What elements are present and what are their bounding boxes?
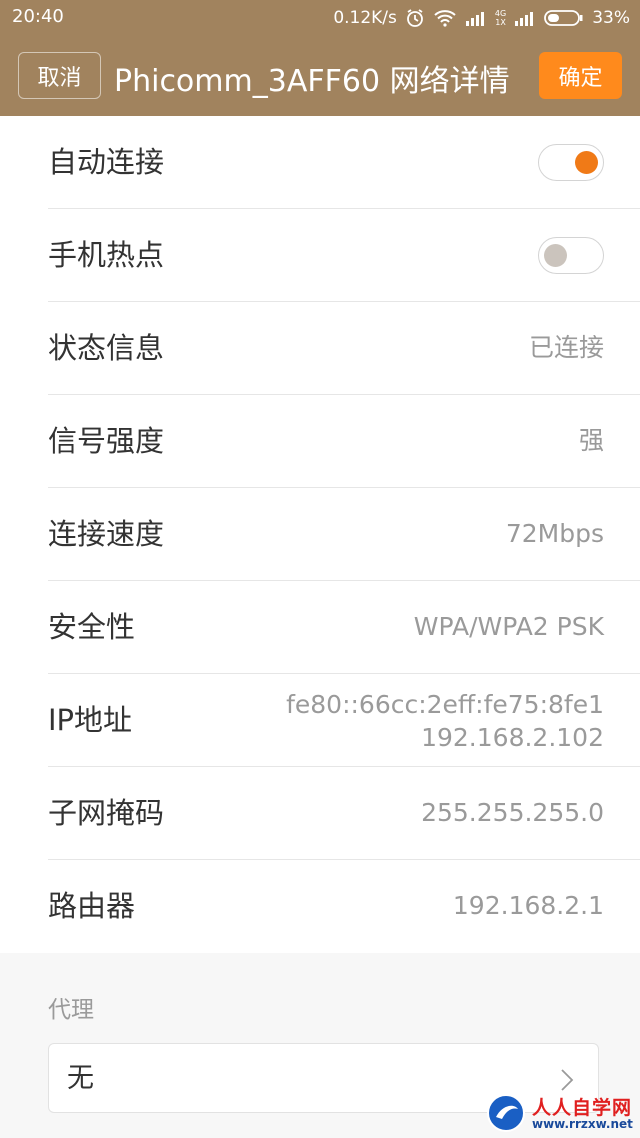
hotspot-toggle[interactable] [538, 237, 604, 274]
speed-row: 连接速度 72Mbps [0, 488, 640, 581]
battery-icon [544, 9, 584, 27]
page-title: Phicomm_3AFF60 网络详情 [114, 64, 510, 99]
logo-icon [486, 1093, 526, 1133]
router-row: 路由器 192.168.2.1 [0, 860, 640, 953]
ip-label: IP地址 [48, 703, 133, 737]
hotspot-row[interactable]: 手机热点 [0, 209, 640, 302]
hotspot-label: 手机热点 [48, 238, 165, 272]
toggle-knob [544, 244, 567, 267]
network-type: 4G 1X [494, 9, 507, 27]
security-row: 安全性 WPA/WPA2 PSK [0, 581, 640, 674]
battery-percent: 33% [592, 8, 630, 28]
security-label: 安全性 [48, 610, 136, 644]
auto-connect-label: 自动连接 [48, 145, 165, 179]
speed-value: 72Mbps [505, 519, 604, 548]
signal-row: 信号强度 强 [0, 395, 640, 488]
signal-label: 信号强度 [48, 424, 165, 458]
speed-label: 连接速度 [48, 517, 165, 551]
status-time: 20:40 [12, 6, 64, 27]
status-label: 状态信息 [48, 331, 165, 365]
header: 取消 Phicomm_3AFF60 网络详情 确定 [0, 40, 640, 112]
alarm-icon [405, 8, 425, 28]
proxy-label: 代理 [48, 997, 94, 1023]
network-detail-list: 自动连接 手机热点 状态信息 已连接 信号强度 强 连接速度 72Mbps 安全… [0, 116, 640, 953]
watermark: 人人自学网 www.rrzxw.net [486, 1093, 636, 1135]
proxy-value: 无 [67, 1063, 94, 1094]
status-icons: 0.12K/s 4G 1X 33% [333, 6, 630, 30]
chevron-right-icon [560, 1068, 574, 1096]
router-label: 路由器 [48, 889, 136, 923]
status-row: 状态信息 已连接 [0, 302, 640, 395]
status-bar: 20:40 0.12K/s 4G 1X 33% [0, 0, 640, 38]
ipv6-value: fe80::66cc:2eff:fe75:8fe1 [286, 690, 604, 719]
signal-icon-2 [514, 10, 536, 26]
subnet-label: 子网掩码 [48, 796, 165, 830]
auto-connect-row[interactable]: 自动连接 [0, 116, 640, 209]
ipv4-value: 192.168.2.102 [421, 723, 604, 752]
router-value: 192.168.2.1 [452, 891, 604, 920]
top-bar: 20:40 0.12K/s 4G 1X 33% 取消 Phicomm_3AFF6… [0, 0, 640, 116]
status-value: 已连接 [528, 333, 604, 362]
auto-connect-toggle[interactable] [538, 144, 604, 181]
subnet-value: 255.255.255.0 [421, 798, 604, 827]
cancel-button[interactable]: 取消 [18, 52, 101, 99]
confirm-button[interactable]: 确定 [539, 52, 622, 99]
watermark-text: 人人自学网 [532, 1097, 633, 1119]
wifi-icon [433, 9, 457, 27]
signal-icon [465, 10, 487, 26]
toggle-knob [575, 151, 598, 174]
signal-value: 强 [578, 426, 604, 455]
subnet-row: 子网掩码 255.255.255.0 [0, 767, 640, 860]
network-speed: 0.12K/s [333, 8, 397, 28]
watermark-url: www.rrzxw.net [532, 1117, 633, 1131]
ip-values: fe80::66cc:2eff:fe75:8fe1 192.168.2.102 [286, 688, 604, 754]
ip-row: IP地址 fe80::66cc:2eff:fe75:8fe1 192.168.2… [0, 674, 640, 767]
security-value: WPA/WPA2 PSK [413, 612, 604, 641]
